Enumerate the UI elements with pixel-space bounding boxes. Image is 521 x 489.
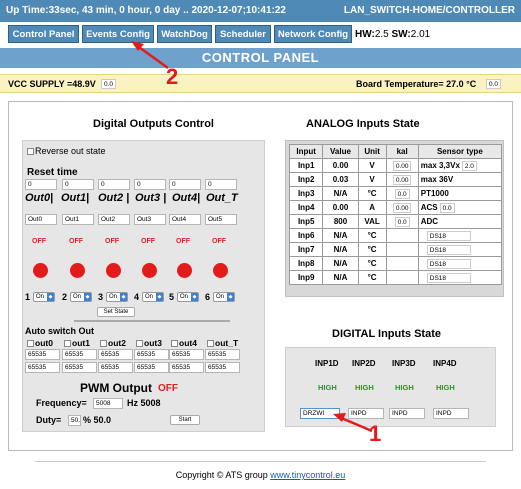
arrow-1-icon bbox=[333, 413, 373, 433]
arrow-2-icon bbox=[131, 41, 169, 70]
annotation-overlay bbox=[131, 41, 373, 433]
annotation-number-2: 2 bbox=[166, 64, 179, 89]
annotation-number-1: 1 bbox=[369, 421, 382, 446]
footer: Copyright © ATS group www.tinycontrol.eu bbox=[0, 470, 521, 480]
footer-text: Copyright © ATS group bbox=[175, 470, 271, 480]
footer-divider bbox=[35, 461, 486, 462]
footer-link[interactable]: www.tinycontrol.eu bbox=[270, 470, 345, 480]
